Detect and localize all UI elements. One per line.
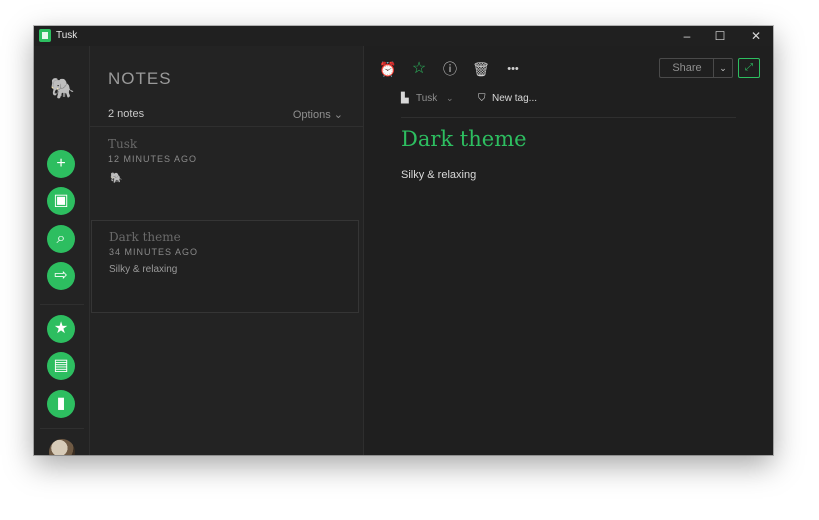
search-button[interactable]: ⌕ xyxy=(47,225,75,253)
options-dropdown[interactable]: Options ⌄ xyxy=(293,108,343,121)
close-button[interactable]: ✕ xyxy=(746,28,766,44)
info-icon[interactable]: ⓘ xyxy=(440,59,460,79)
maximize-button[interactable]: ☐ xyxy=(710,28,730,44)
avatar[interactable] xyxy=(49,439,75,455)
note-title-field[interactable]: Dark theme xyxy=(401,127,527,151)
new-notebook-button[interactable]: ▣ xyxy=(47,187,75,215)
search-icon: ⌕ xyxy=(56,230,66,247)
note-title: Dark theme xyxy=(109,230,181,244)
app-window: Tusk – ☐ ✕ 🐘 + ▣ ⌕ ⇨ ★ ▤ ▮ NOTES 2 notes… xyxy=(34,26,773,455)
trash-icon[interactable]: 🗑 xyxy=(471,59,491,79)
work-chat-button[interactable]: ⇨ xyxy=(47,262,75,290)
app-logo-icon xyxy=(39,29,51,42)
share-dropdown-button[interactable]: ⌄ xyxy=(713,58,733,78)
notebook-icon: ▮ xyxy=(56,395,66,412)
chevron-down-icon[interactable]: ⌄ xyxy=(446,93,454,104)
expand-button[interactable]: ⤢ xyxy=(738,58,760,78)
elephant-badge-icon: 🐘 xyxy=(110,173,123,184)
left-rail: 🐘 + ▣ ⌕ ⇨ ★ ▤ ▮ xyxy=(34,46,90,455)
note-body-field[interactable]: Silky & relaxing xyxy=(401,169,476,181)
minimize-button[interactable]: – xyxy=(677,28,697,44)
star-icon: ★ xyxy=(53,320,69,337)
rail-divider xyxy=(40,428,84,429)
note-timestamp: 12 MINUTES AGO xyxy=(108,154,198,164)
note-editor: ⏰ ☆ ⓘ 🗑 ••• Share ⌄ ⤢ ▙ Tusk ⌄ ⛉ New tag… xyxy=(364,46,773,455)
note-icon: ▤ xyxy=(53,357,69,374)
note-count: 2 notes xyxy=(108,108,145,120)
title-bar: Tusk – ☐ ✕ xyxy=(34,26,773,46)
more-icon[interactable]: ••• xyxy=(503,59,523,79)
star-icon[interactable]: ☆ xyxy=(409,59,429,79)
notebook-icon: ▙ xyxy=(401,93,409,104)
reminder-icon[interactable]: ⏰ xyxy=(378,59,398,79)
elephant-icon: 🐘 xyxy=(50,78,75,100)
window-title: Tusk xyxy=(56,30,78,41)
notebooks-button[interactable]: ▮ xyxy=(47,390,75,418)
meta-divider xyxy=(401,117,736,118)
list-item[interactable]: Tusk 12 MINUTES AGO 🐘 xyxy=(90,127,363,219)
chat-icon: ⇨ xyxy=(54,267,68,284)
note-timestamp: 34 MINUTES AGO xyxy=(109,247,199,257)
plus-icon: + xyxy=(56,155,66,172)
note-snippet: Silky & relaxing xyxy=(109,264,178,275)
shortcuts-button[interactable]: ★ xyxy=(47,315,75,343)
note-list-title: NOTES xyxy=(108,69,172,88)
tag-icon: ⛉ xyxy=(478,93,486,104)
note-title: Tusk xyxy=(108,137,138,151)
list-item[interactable]: Dark theme 34 MINUTES AGO Silky & relaxi… xyxy=(91,220,359,313)
notebook-selector[interactable]: Tusk xyxy=(416,93,437,104)
note-list: NOTES 2 notes Options ⌄ Tusk 12 MINUTES … xyxy=(90,46,364,455)
new-tag-input[interactable]: New tag... xyxy=(492,93,537,104)
notes-button[interactable]: ▤ xyxy=(47,352,75,380)
rail-divider xyxy=(40,304,84,305)
notebook-plus-icon: ▣ xyxy=(53,192,69,209)
share-button[interactable]: Share xyxy=(659,58,714,78)
new-note-button[interactable]: + xyxy=(47,150,75,178)
